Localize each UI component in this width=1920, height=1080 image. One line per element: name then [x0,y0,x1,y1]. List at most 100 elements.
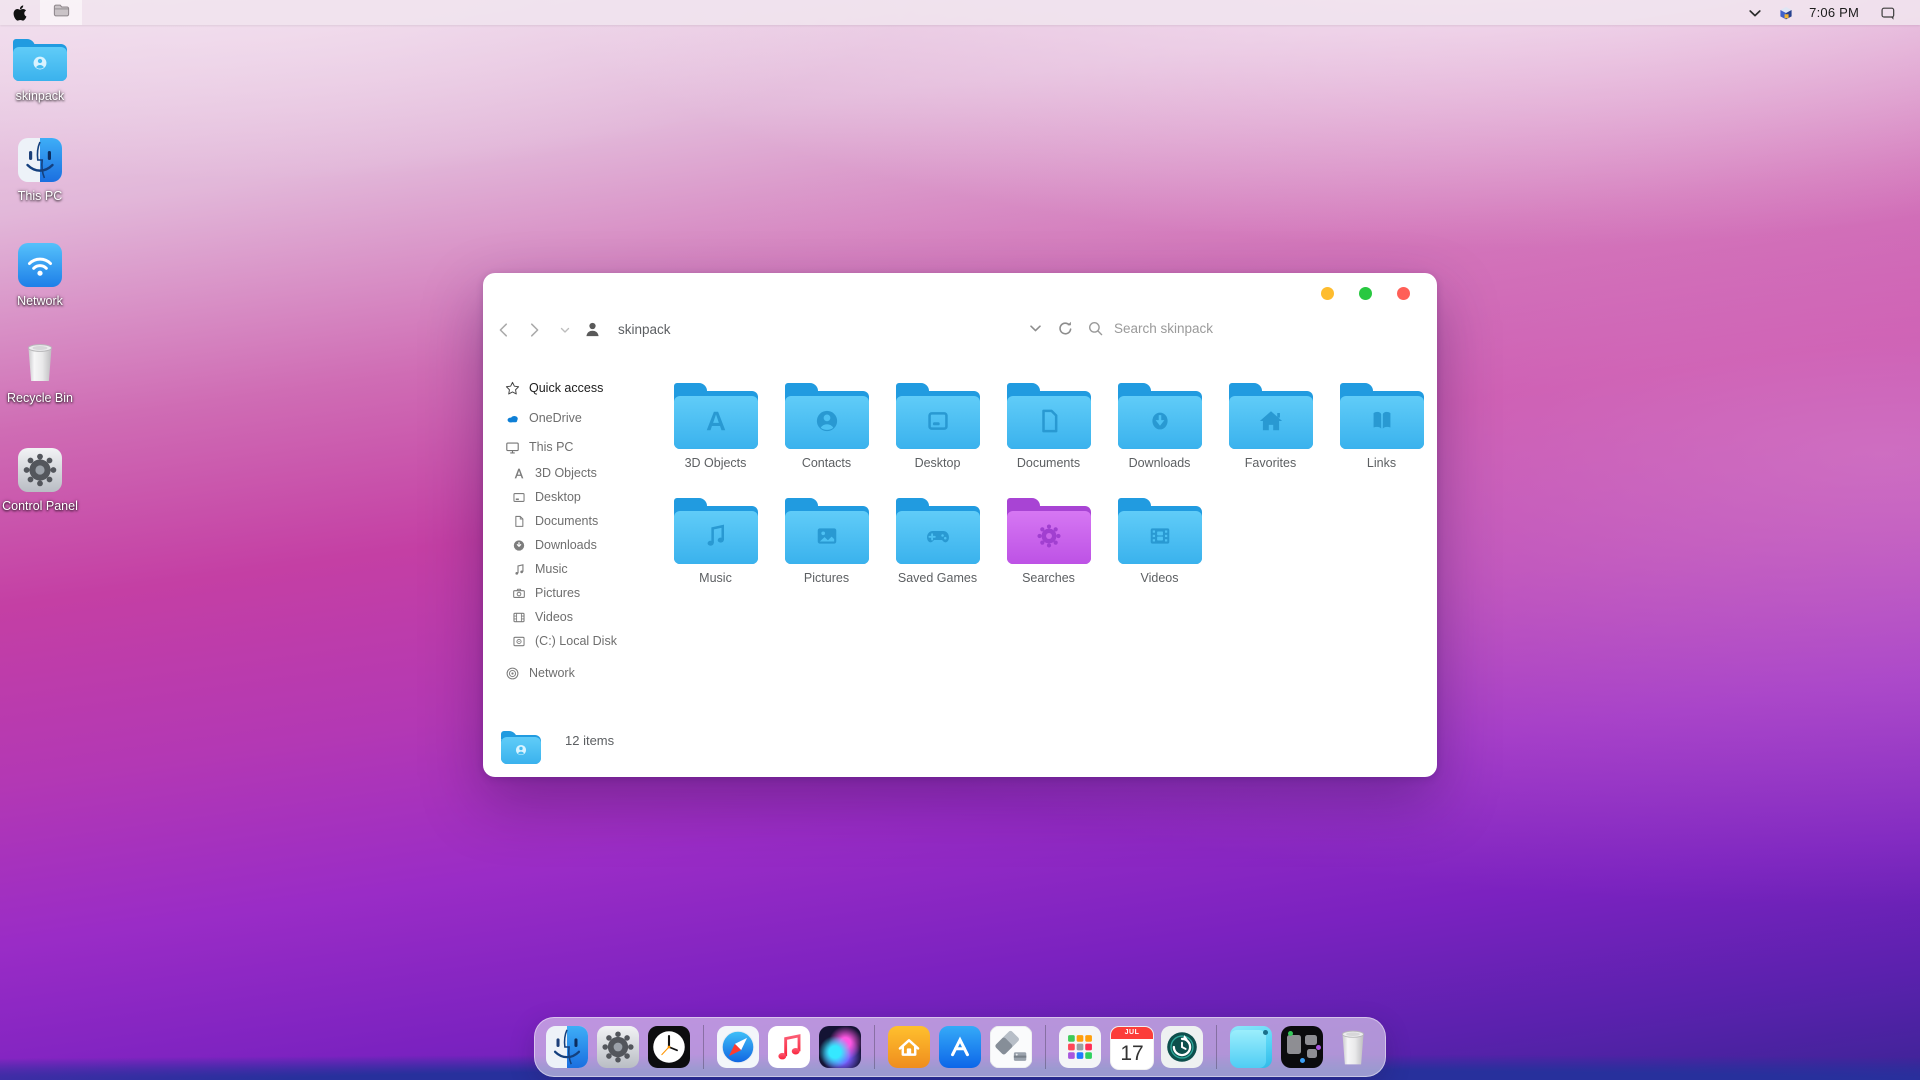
sidebar-item-videos[interactable]: Videos [512,605,657,629]
dock-item-system-preferences[interactable] [597,1026,639,1068]
folder-item-3d-objects[interactable]: 3D Objects [660,383,771,470]
sidebar-item-music[interactable]: Music [512,557,657,581]
chevron-down-icon[interactable] [1747,5,1763,21]
download-icon [512,538,526,553]
dock-item-app-store[interactable] [939,1026,981,1068]
folder-item-documents[interactable]: Documents [993,383,1104,470]
folder-label: Links [1367,456,1396,470]
network-app-icon [18,243,62,287]
sidebar-item-this-pc[interactable]: This PC [505,438,657,456]
dock-item-clock[interactable] [648,1026,690,1068]
sidebar-item-label: (C:) Local Disk [535,634,617,648]
minimize-button[interactable] [1321,287,1334,300]
house-glyph-icon [1251,405,1290,435]
zoom-button[interactable] [1359,287,1372,300]
search-icon [1087,320,1104,337]
desktop-icon-this-pc[interactable]: This PC [2,136,78,203]
book-glyph-icon [1362,405,1401,435]
folder-icon [785,383,869,449]
sidebar-item-label: Downloads [535,538,597,552]
folder-icon [1007,498,1091,564]
folder-icon [896,498,980,564]
sidebar-item-documents[interactable]: Documents [512,509,657,533]
dock-item-mission-control[interactable] [1281,1026,1323,1068]
sidebar-item--c-local-disk[interactable]: (C:) Local Disk [512,629,657,653]
back-button[interactable] [495,321,513,339]
letter-a-icon [512,466,526,481]
vmware-tray-icon[interactable] [1778,5,1794,21]
notification-center-icon[interactable] [1880,5,1896,21]
sidebar-item-label: Quick access [529,381,603,395]
desktop-icon-label: This PC [18,189,62,203]
sidebar-item-network[interactable]: Network [505,664,657,682]
folder-item-pictures[interactable]: Pictures [771,498,882,585]
camera-icon [512,586,526,601]
desktop-icon-network[interactable]: Network [2,241,78,308]
folder-item-favorites[interactable]: Favorites [1215,383,1326,470]
folder-label: Videos [1141,571,1179,585]
document-icon [512,514,526,529]
sidebar-item-onedrive[interactable]: OneDrive [505,409,657,427]
user-profile-icon [583,320,602,339]
folder-icon [1007,383,1091,449]
address-dropdown-chevron[interactable] [1027,320,1044,337]
film-icon [512,610,526,625]
dock-item-finder[interactable] [546,1026,588,1068]
forward-button[interactable] [525,321,543,339]
desktop-icon-recycle-bin[interactable]: Recycle Bin [2,338,78,405]
menubar: 7:06 PM [0,0,1920,25]
folder-item-contacts[interactable]: Contacts [771,383,882,470]
film-glyph-icon [1140,520,1179,550]
dock-item-safari[interactable] [717,1026,759,1068]
sidebar-item-label: Desktop [535,490,581,504]
apple-menu-button[interactable] [12,5,28,21]
sidebar-item-desktop[interactable]: Desktop [512,485,657,509]
dock-item-music[interactable] [768,1026,810,1068]
menubar-clock[interactable]: 7:06 PM [1809,5,1859,20]
folder-label: Saved Games [898,571,977,585]
folder-label: Documents [1017,456,1080,470]
active-app-button[interactable] [40,0,82,25]
sidebar-item-quick-access[interactable]: Quick access [505,379,657,397]
search-input[interactable] [1112,320,1336,337]
folder-item-saved-games[interactable]: Saved Games [882,498,993,585]
folder-item-links[interactable]: Links [1326,383,1437,470]
folder-item-desktop[interactable]: Desktop [882,383,993,470]
dock-item-launchpad[interactable] [1059,1026,1101,1068]
sidebar-item-downloads[interactable]: Downloads [512,533,657,557]
note-icon [512,562,526,577]
refresh-icon[interactable] [1057,320,1074,337]
folder-label: Pictures [804,571,849,585]
dock-item-siri[interactable] [819,1026,861,1068]
gear-glyph-icon [1029,520,1068,550]
dock-item-home[interactable] [888,1026,930,1068]
desktop: 7:06 PM skinpack This PC Network Recycle Bi… [0,0,1920,1080]
address-path[interactable]: skinpack [618,322,671,337]
folder-item-videos[interactable]: Videos [1104,498,1215,585]
dock-item-time-machine[interactable] [1161,1026,1203,1068]
folder-label: 3D Objects [685,456,747,470]
dock-item-calendar[interactable]: JUL17 [1110,1026,1152,1068]
folder-item-downloads[interactable]: Downloads [1104,383,1215,470]
folder-icon [1340,383,1424,449]
folder-item-music[interactable]: Music [660,498,771,585]
sidebar-item-label: This PC [529,440,573,454]
recent-locations-chevron[interactable] [559,324,571,336]
picture-glyph-icon [807,520,846,550]
folder-item-searches[interactable]: Searches [993,498,1104,585]
desktop-icon-control-panel[interactable]: Control Panel [2,446,78,513]
item-count: 12 items [565,733,614,748]
desktop-icon-skinpack[interactable]: skinpack [2,36,78,103]
person-glyph-icon [807,405,846,435]
sidebar-item-label: Music [535,562,568,576]
dock-item-disk-utility[interactable] [990,1026,1032,1068]
search-area [1027,320,1336,337]
dock-item-trash[interactable] [1332,1026,1374,1068]
sidebar-item-pictures[interactable]: Pictures [512,581,657,605]
trash-bin-icon [18,339,62,385]
sidebar-item-3d-objects[interactable]: 3D Objects [512,461,657,485]
dock-item-stickies[interactable] [1230,1026,1272,1068]
calendar-day: 17 [1111,1039,1153,1069]
folder-label: Searches [1022,571,1075,585]
close-button[interactable] [1397,287,1410,300]
